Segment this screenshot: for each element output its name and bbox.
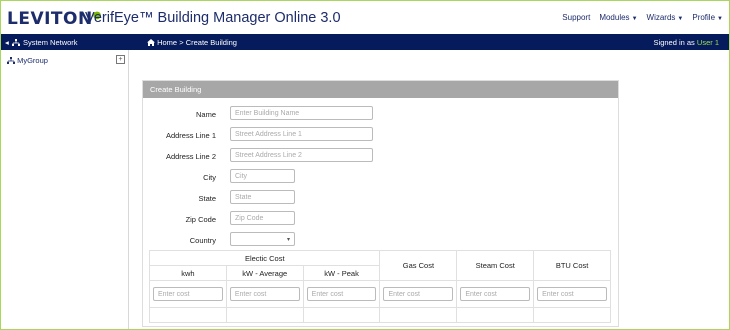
- city-label: City: [203, 173, 216, 182]
- empty-cell: [302, 307, 381, 323]
- breadcrumb: Home > Create Building: [147, 38, 237, 47]
- breadcrumb-home-link[interactable]: Home: [157, 38, 177, 47]
- top-header: LEVITON● VerifEye™ Building Manager Onli…: [1, 1, 729, 34]
- network-icon: [7, 57, 15, 64]
- signed-in-label: Signed in as: [653, 38, 695, 47]
- dropdown-arrow-icon: ▾: [286, 237, 290, 243]
- state-label: State: [198, 194, 216, 203]
- breadcrumb-current: Create Building: [185, 38, 237, 47]
- system-network-toggle[interactable]: ◂ System Network: [5, 38, 78, 47]
- sidebar: MyGroup +: [1, 50, 129, 329]
- collapse-arrow-icon: ◂: [5, 38, 9, 47]
- sidebar-item-mygroup[interactable]: MyGroup: [7, 56, 48, 65]
- kwh-cell: Enter cost: [149, 280, 227, 308]
- signed-in-status: Signed in as User 1: [654, 38, 719, 47]
- address-line-2-label: Address Line 2: [165, 152, 216, 161]
- sidebar-item-label: MyGroup: [17, 56, 48, 65]
- kw-average-cost-input[interactable]: Enter cost: [229, 287, 300, 301]
- zip-code-input[interactable]: Zip Code: [230, 211, 295, 225]
- steam-cell: Enter cost: [456, 280, 535, 308]
- country-label: Country: [189, 236, 216, 245]
- system-network-label: System Network: [22, 38, 78, 47]
- caret-down-icon: ▼: [631, 16, 638, 22]
- top-nav: Support Modules ▼ Wizards ▼ Profile ▼: [562, 13, 723, 22]
- caret-down-icon: ▼: [717, 16, 723, 22]
- caret-down-icon: ▼: [677, 16, 684, 22]
- home-icon: [147, 39, 155, 46]
- zip-code-label: Zip Code: [185, 215, 216, 224]
- empty-cell: [225, 307, 304, 323]
- modules-menu[interactable]: Modules ▼: [599, 13, 637, 22]
- btu-cost-header: BTU Cost: [533, 250, 611, 281]
- wizards-label: Wizards: [646, 13, 676, 22]
- cost-header-row: Electic Cost Gas Cost Steam Cost BTU Cos…: [148, 250, 611, 281]
- steam-cost-header: Steam Cost: [456, 250, 535, 281]
- steam-cost-input[interactable]: Enter cost: [460, 287, 531, 301]
- gas-cell: Enter cost: [379, 280, 458, 308]
- profile-label: Profile: [692, 13, 716, 22]
- kw-peak-header: kW - Peak: [302, 265, 381, 281]
- panel-header: Create Building: [143, 81, 618, 98]
- empty-cell: [379, 307, 458, 323]
- address-line-2-input[interactable]: Street Address Line 2: [230, 148, 373, 162]
- gas-cost-header: Gas Cost: [379, 250, 458, 281]
- support-link[interactable]: Support: [562, 13, 590, 22]
- city-input[interactable]: City: [230, 169, 295, 183]
- kw-peak-cell: Enter cost: [302, 280, 381, 308]
- btu-cost-input[interactable]: Enter cost: [537, 287, 607, 301]
- signed-in-user-link[interactable]: User 1: [697, 38, 719, 47]
- network-icon: [11, 39, 20, 46]
- electric-cost-header: Electic Cost: [148, 250, 381, 266]
- kwh-header: kwh: [149, 265, 227, 281]
- breadcrumb-separator: >: [179, 38, 184, 47]
- gas-cost-input[interactable]: Enter cost: [383, 287, 454, 301]
- navigation-bar: ◂ System Network Home > Create Building …: [1, 34, 729, 50]
- kwh-cost-input[interactable]: Enter cost: [153, 287, 223, 301]
- empty-cell: [149, 307, 227, 323]
- address-line-1-label: Address Line 1: [165, 131, 216, 140]
- modules-label: Modules: [599, 13, 630, 22]
- profile-menu[interactable]: Profile ▼: [692, 13, 723, 22]
- cost-empty-row: [149, 307, 611, 323]
- kw-average-cell: Enter cost: [225, 280, 304, 308]
- kw-average-header: kW - Average: [225, 265, 304, 281]
- cost-input-row: Enter cost Enter cost Enter cost Enter c…: [149, 280, 611, 308]
- brand-text: LEVITON: [7, 9, 93, 29]
- btu-cell: Enter cost: [533, 280, 611, 308]
- empty-cell: [456, 307, 535, 323]
- name-label: Name: [195, 110, 216, 119]
- app-title: VerifEye™ Building Manager Online 3.0: [85, 10, 341, 26]
- empty-cell: [533, 307, 611, 323]
- country-select[interactable]: ▾: [230, 232, 295, 246]
- cost-table: Electic Cost Gas Cost Steam Cost BTU Cos…: [148, 250, 611, 323]
- expand-icon[interactable]: +: [116, 55, 125, 64]
- app-window: LEVITON● VerifEye™ Building Manager Onli…: [0, 0, 730, 330]
- create-building-panel: Create Building Name Enter Building Name…: [142, 80, 619, 327]
- building-name-input[interactable]: Enter Building Name: [230, 106, 373, 120]
- address-line-1-input[interactable]: Street Address Line 1: [230, 127, 373, 141]
- kw-peak-cost-input[interactable]: Enter cost: [306, 287, 377, 301]
- state-input[interactable]: State: [230, 190, 295, 204]
- wizards-menu[interactable]: Wizards ▼: [647, 13, 684, 22]
- panel-title: Create Building: [150, 85, 202, 94]
